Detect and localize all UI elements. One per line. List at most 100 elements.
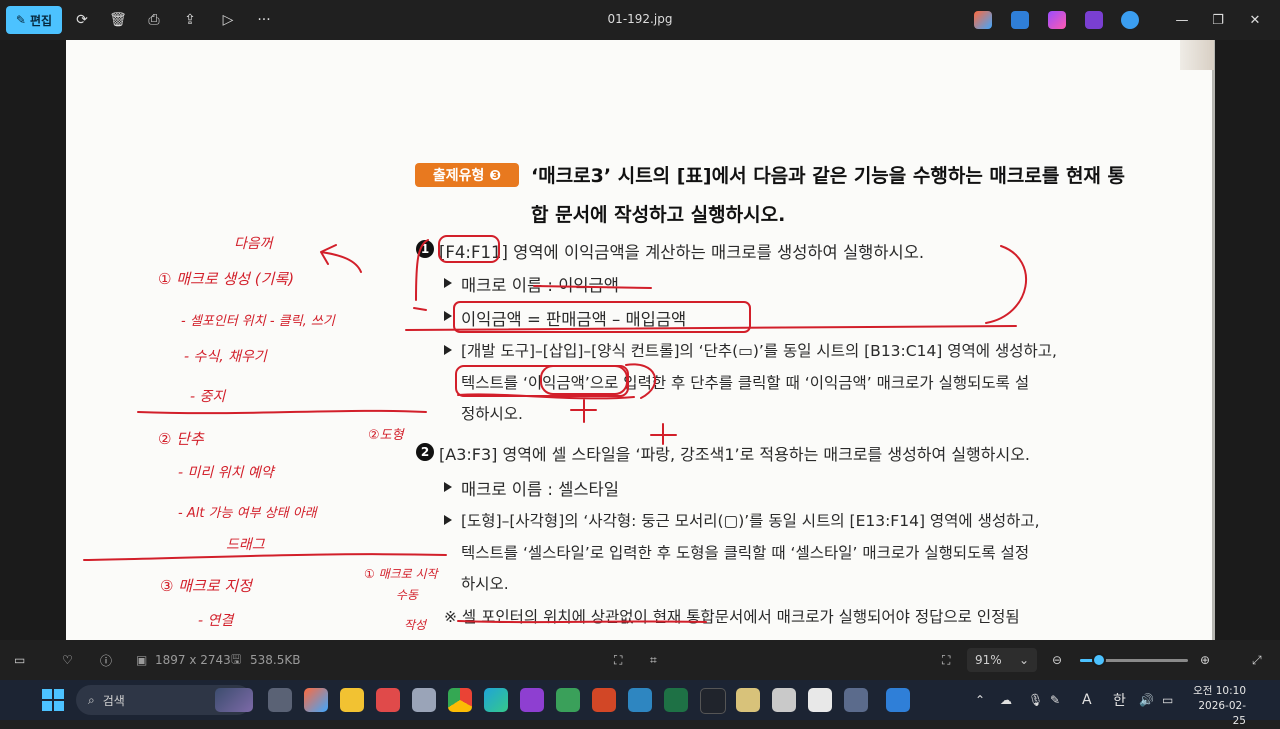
item-2-bullet-2-line-2: 텍스트를 ‘셀스타일’로 입력한 후 도형을 클릭할 때 ‘셀스타일’ 매크로가…	[461, 544, 1030, 562]
edit-label: 편집	[29, 13, 53, 28]
zoom-level: 91%	[975, 653, 1002, 667]
item-2-bullet-2-line-1: [도형]–[사각형]의 ‘사각형: 둥근 모서리(▢)’를 동일 시트의 [E1…	[461, 512, 1040, 530]
pen-icon[interactable]: ✎	[1050, 680, 1060, 720]
item-1-number: 1	[416, 240, 434, 258]
item-2-number: 2	[416, 443, 434, 461]
app-icon-4[interactable]	[808, 688, 832, 712]
task-view-icon[interactable]	[268, 688, 292, 712]
tray-overflow-icon[interactable]: ⌃	[975, 680, 985, 720]
zoom-slider[interactable]	[1080, 653, 1188, 667]
app-icon-2[interactable]	[736, 688, 760, 712]
chevron-down-icon: ⌄	[1018, 653, 1029, 667]
note-handwriting-10: ③ 매크로 지정	[160, 577, 252, 595]
fit-screen-icon[interactable]: ⛶	[942, 640, 950, 680]
item-1-bullet-3-line-3: 정하시오.	[461, 405, 523, 423]
file-size: 538.5KB	[250, 653, 301, 667]
photos-icon[interactable]	[886, 688, 910, 712]
chrome-icon[interactable]	[448, 688, 472, 712]
clock[interactable]: 오전 10:10 2026-02-25	[1190, 684, 1246, 729]
battery-icon[interactable]: ▭	[1162, 680, 1173, 720]
taskbar: ⌕ 검색 ⌃ ☁ 🎙 ✎ A 한 🔊 ▭ 오전 10:10 2026-02-25	[0, 680, 1280, 727]
search-label: 검색	[102, 693, 125, 708]
zoom-out-icon[interactable]: ⊖	[1052, 640, 1062, 680]
zoom-in-icon[interactable]: ⊕	[1200, 640, 1210, 680]
edge-icon[interactable]	[484, 688, 508, 712]
info-icon[interactable]: ⓘ	[100, 640, 112, 680]
minimize-icon[interactable]: —	[1170, 10, 1194, 30]
input-mode[interactable]: A	[1082, 680, 1092, 720]
start-button[interactable]	[42, 689, 64, 711]
zoom-dropdown[interactable]: 91% ⌄	[967, 648, 1037, 672]
edit-icon: ✎	[15, 13, 26, 27]
item-1-bullet-1: 매크로 이름 : 이익금액	[461, 276, 619, 295]
fullscreen-icon[interactable]: ⤢	[1252, 640, 1262, 680]
note-handwriting-1: 다음꺼	[234, 236, 273, 252]
filmstrip-icon[interactable]: ▭	[14, 640, 25, 680]
note-handwriting-2: ① 매크로 생성 (기록)	[158, 270, 295, 288]
sheets-icon[interactable]	[556, 688, 580, 712]
designer-icon[interactable]	[1011, 11, 1029, 29]
copilot-taskbar-icon[interactable]	[304, 688, 328, 712]
text-scan-icon[interactable]: ⌗	[650, 640, 657, 680]
image-canvas[interactable]: 출제유형 ❸ ‘매크로3’ 시트의 [표]에서 다음과 같은 기능을 수행하는 …	[0, 40, 1280, 640]
heading-line-1: ‘매크로3’ 시트의 [표]에서 다음과 같은 기능을 수행하는 매크로를 현재…	[531, 165, 1125, 187]
page-edge	[1180, 40, 1214, 70]
status-bar: ▭ ♡ ⓘ ▣ 1897 x 2743 🖫 538.5KB ⛶ ⌗ ⛶ 91% …	[0, 640, 1280, 680]
ink-arrow-top	[320, 244, 362, 273]
share-icon[interactable]: ⇪	[180, 10, 200, 30]
document-page: 출제유형 ❸ ‘매크로3’ 시트의 [표]에서 다음과 같은 기능을 수행하는 …	[66, 40, 1215, 640]
slideshow-icon[interactable]: ▷	[218, 10, 238, 30]
item-2-text: [A3:F3] 영역에 셀 스타일을 ‘파랑, 강조색1’로 적용하는 매크로를…	[439, 445, 1031, 464]
crop-icon[interactable]: ⛶	[614, 640, 622, 680]
maximize-icon[interactable]: ❐	[1206, 10, 1230, 30]
notepad-icon[interactable]	[520, 688, 544, 712]
app-icon[interactable]	[412, 688, 436, 712]
note-handwriting-13: ① 매크로 시작	[364, 567, 438, 581]
note-handwriting-4: - 수식, 채우기	[184, 349, 267, 365]
bullet-icon	[444, 311, 452, 321]
print-icon[interactable]: ⎙	[144, 10, 164, 30]
search-icon: ⌕	[88, 692, 95, 707]
clipchamp-icon[interactable]	[1048, 11, 1066, 29]
item-2-bullet-2-line-3: 하시오.	[461, 575, 509, 593]
media-icon[interactable]	[1085, 11, 1103, 29]
network-app-icon[interactable]: ☁	[1000, 680, 1012, 720]
dimensions-icon: ▣	[136, 653, 148, 667]
item-1-bullet-2: 이익금액 = 판매금액 – 매입금액	[461, 310, 687, 329]
capcut-icon[interactable]	[700, 688, 726, 714]
title-bar: ✎ 편집 ⟳ 🗑 ⎙ ⇪ ▷ ··· 01-192.jpg — ❐ ✕	[0, 0, 1280, 40]
powerpoint-icon[interactable]	[592, 688, 616, 712]
onedrive-icon[interactable]	[1121, 11, 1139, 29]
file-explorer-icon[interactable]	[340, 688, 364, 712]
note-handwriting-7: - 미리 위치 예약	[178, 465, 274, 481]
heading-line-2: 합 문서에 작성하고 실행하시오.	[531, 204, 786, 226]
copilot-icon[interactable]	[974, 11, 992, 29]
hangul-icon[interactable]	[628, 688, 652, 712]
app-icon-5[interactable]	[844, 688, 868, 712]
search-highlight-icon[interactable]	[215, 688, 253, 712]
volume-icon[interactable]: 🔊	[1139, 680, 1154, 720]
ink-divider-2	[83, 553, 447, 561]
note-handwriting-8: - Alt 가능 여부 상태 아래	[178, 506, 317, 521]
note-handwriting-15: 작성	[404, 618, 427, 632]
bullet-icon	[444, 278, 452, 288]
note-handwriting-6: ② 단추	[158, 430, 204, 448]
ime-indicator[interactable]: 한	[1113, 680, 1126, 720]
app-icon-3[interactable]	[772, 688, 796, 712]
rotate-icon[interactable]: ⟳	[72, 10, 92, 30]
delete-icon[interactable]: 🗑	[108, 10, 128, 30]
edit-button[interactable]: ✎ 편집	[6, 6, 62, 34]
note-handwriting-3: - 셀포인터 위치 - 클릭, 쓰기	[181, 314, 335, 329]
close-icon[interactable]: ✕	[1243, 10, 1267, 30]
recorder-icon[interactable]	[376, 688, 400, 712]
image-dimensions: 1897 x 2743	[155, 653, 231, 667]
excel-icon[interactable]	[664, 688, 688, 712]
zoom-slider-thumb[interactable]	[1092, 653, 1107, 667]
more-icon[interactable]: ···	[254, 10, 274, 30]
favorite-icon[interactable]: ♡	[62, 640, 73, 680]
note-handwriting-9: 드래그	[226, 537, 265, 553]
ink-divider-1	[137, 409, 427, 415]
microphone-icon[interactable]: 🎙	[1028, 680, 1043, 720]
question-type-badge: 출제유형 ❸	[415, 163, 519, 187]
note-handwriting-5: - 중지	[190, 389, 226, 405]
